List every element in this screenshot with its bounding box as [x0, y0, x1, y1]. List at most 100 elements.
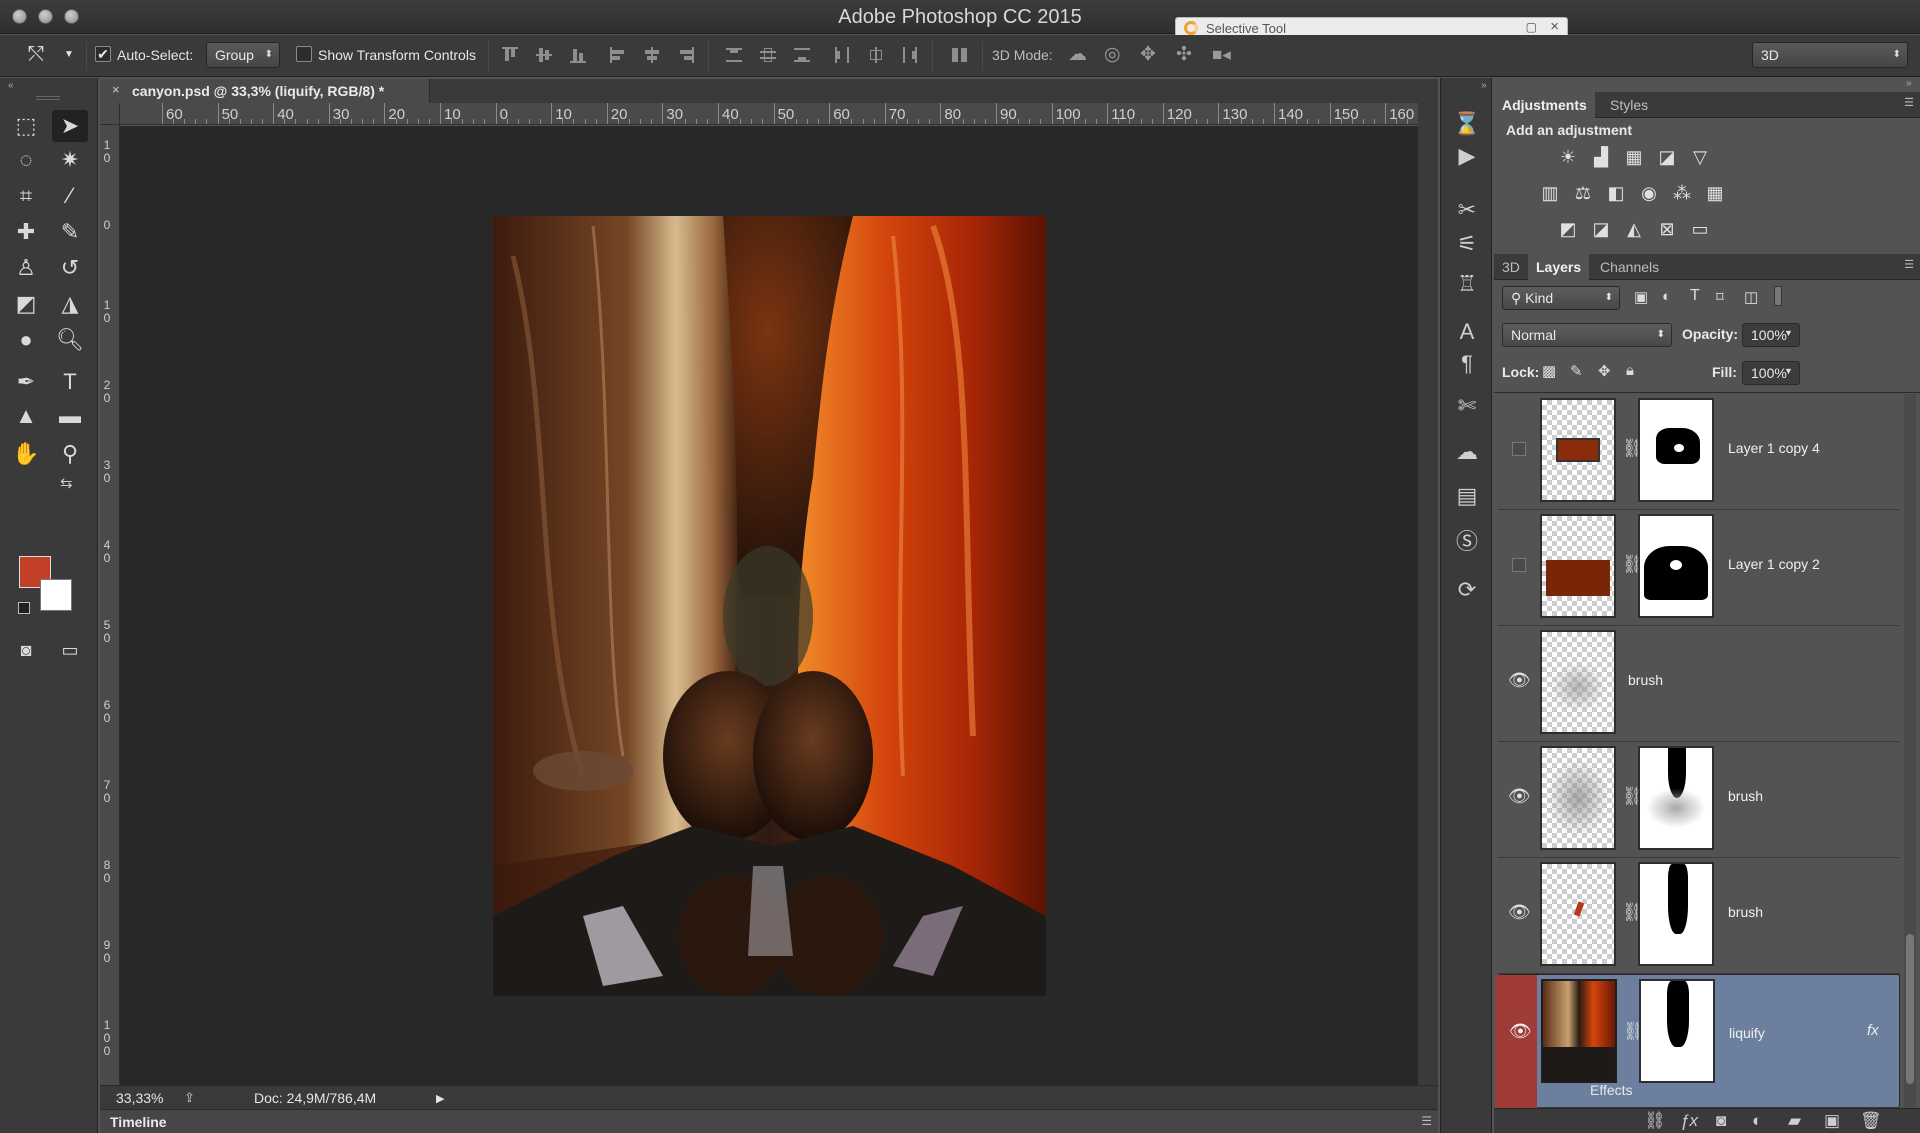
layers-scrollbar[interactable]	[1904, 394, 1916, 1108]
clone-source-panel-icon[interactable]: ♖	[1451, 268, 1483, 300]
libraries-panel-icon[interactable]: ☁	[1451, 436, 1483, 468]
layer-row[interactable]: 👁︎ ⛓ brush	[1498, 858, 1900, 974]
color-lookup-icon[interactable]: ▦	[1703, 182, 1727, 204]
layer-mask-thumbnail[interactable]	[1638, 746, 1714, 850]
layer-thumbnail[interactable]	[1540, 514, 1616, 618]
expand-dock-icon[interactable]: »	[1481, 80, 1487, 91]
eraser-tool-icon[interactable]: ◩	[8, 288, 44, 320]
actions-panel-icon[interactable]: ▶	[1451, 140, 1483, 172]
hue-saturation-icon[interactable]: ▥	[1538, 182, 1562, 204]
black-white-icon[interactable]: ◧	[1604, 182, 1628, 204]
tool-presets-panel-icon[interactable]: ✄	[1451, 390, 1483, 422]
invert-icon[interactable]: ◩	[1556, 218, 1580, 240]
crop-tool-icon[interactable]: ⌗	[8, 180, 44, 212]
3d-pan-icon[interactable]: ✥	[1140, 42, 1156, 68]
history-panel-icon[interactable]: ⌛	[1451, 108, 1483, 140]
minimize-window-button[interactable]	[38, 9, 53, 24]
add-layer-style-icon[interactable]: ƒx	[1680, 1111, 1698, 1131]
move-tool-icon[interactable]: ➤	[52, 110, 88, 142]
3d-orbit-icon[interactable]: ☁	[1068, 42, 1087, 68]
link-layers-icon[interactable]: ⛓	[1644, 1111, 1666, 1131]
canvas-artwork[interactable]	[493, 216, 1046, 996]
align-hcenter-icon[interactable]	[642, 45, 662, 65]
filter-toggle-icon[interactable]	[1774, 286, 1782, 306]
magic-wand-tool-icon[interactable]: ✷	[52, 144, 88, 176]
distribute-vcenter-icon[interactable]	[758, 45, 778, 65]
maximize-icon[interactable]: ▢	[1526, 20, 1537, 34]
layer-name[interactable]: brush	[1728, 904, 1763, 920]
levels-icon[interactable]: ▟	[1589, 146, 1613, 168]
eye-icon[interactable]: 👁︎	[1508, 902, 1531, 924]
blend-mode-dropdown[interactable]: Normal ⬍	[1502, 323, 1672, 347]
lock-all-icon[interactable]: 🔒︎	[1626, 362, 1634, 379]
photo-filter-icon[interactable]: ◉	[1637, 182, 1661, 204]
exposure-icon[interactable]: ◪	[1655, 146, 1679, 168]
panel-menu-icon[interactable]: ☰	[1421, 1114, 1432, 1128]
lock-transparent-icon[interactable]: ▩	[1542, 362, 1556, 380]
layer-mask-thumbnail[interactable]	[1638, 514, 1714, 618]
lasso-tool-icon[interactable]: ◌	[8, 144, 44, 176]
zoom-level[interactable]: 33,33%	[116, 1090, 163, 1106]
layer-row[interactable]: 👁︎ brush	[1498, 626, 1900, 742]
threshold-icon[interactable]: ◭	[1622, 218, 1646, 240]
layer-thumbnail[interactable]	[1540, 398, 1616, 502]
layer-mask-thumbnail[interactable]	[1638, 862, 1714, 966]
brightness-icon[interactable]: ☀	[1556, 146, 1580, 168]
layer-row[interactable]: ⛓ Layer 1 copy 2	[1498, 510, 1900, 626]
align-bottom-icon[interactable]	[568, 45, 588, 65]
eye-icon[interactable]: 👁︎	[1509, 1019, 1532, 1041]
tab-3d[interactable]: 3D	[1494, 254, 1528, 280]
align-left-icon[interactable]	[608, 45, 628, 65]
background-color-swatch[interactable]	[40, 579, 72, 611]
filter-pixel-icon[interactable]: ▣	[1634, 288, 1648, 306]
layer-row[interactable]: ⛓ Layer 1 copy 4	[1498, 394, 1900, 510]
path-selection-tool-icon[interactable]: ▲	[8, 400, 44, 432]
lock-position-icon[interactable]: ✥	[1598, 362, 1611, 380]
paragraph-panel-icon[interactable]: ¶	[1451, 348, 1483, 380]
quick-mask-icon[interactable]: ◙	[8, 634, 44, 666]
align-right-icon[interactable]	[676, 45, 696, 65]
layer-row[interactable]: 👁︎ ⛓ brush	[1498, 742, 1900, 858]
share-icon[interactable]: ⇪	[184, 1090, 195, 1106]
lock-pixels-icon[interactable]: ✎	[1570, 362, 1583, 380]
layers-scroll-thumb[interactable]	[1906, 934, 1914, 1084]
swap-colors-icon[interactable]: ⇆	[60, 474, 73, 492]
tool-preset-chevron-icon[interactable]: ▼	[64, 42, 74, 68]
3d-scale-camera-icon[interactable]: ■◂	[1212, 42, 1231, 68]
eyedropper-tool-icon[interactable]: ⁄	[52, 180, 88, 212]
color-balance-icon[interactable]: ⚖	[1571, 182, 1595, 204]
collapse-toolbar-icon[interactable]: «	[8, 80, 14, 91]
screen-mode-icon[interactable]: ▭	[52, 634, 88, 666]
tab-channels[interactable]: Channels	[1592, 254, 1667, 280]
distribute-hcenter-icon[interactable]	[866, 45, 886, 65]
fill-slider-arrow-icon[interactable]: ▼	[1784, 366, 1793, 376]
horizontal-ruler[interactable]: 60 50 40 30 20 10 0 10 20 30 40 50 60 70 80 90 100 110 120…	[120, 103, 1418, 125]
type-tool-icon[interactable]: T	[52, 366, 88, 398]
layer-name[interactable]: Layer 1 copy 4	[1728, 440, 1820, 456]
pen-tool-icon[interactable]: ✒	[8, 366, 44, 398]
distribute-left-icon[interactable]	[832, 45, 852, 65]
collapse-panels-icon[interactable]: »	[1906, 78, 1912, 89]
3d-properties-panel-icon[interactable]: ▤	[1451, 480, 1483, 512]
filter-shape-icon[interactable]: ⌑	[1716, 288, 1724, 306]
distribute-top-icon[interactable]	[724, 45, 744, 65]
layer-mask-thumbnail[interactable]	[1639, 979, 1715, 1083]
marquee-tool-icon[interactable]: ⬚	[8, 110, 44, 142]
default-colors-icon[interactable]	[18, 602, 30, 614]
new-layer-icon[interactable]: ▣	[1824, 1111, 1840, 1131]
layer-name[interactable]: brush	[1728, 788, 1763, 804]
auto-select-dropdown[interactable]: Group ⬍	[206, 42, 280, 68]
layer-row-selected[interactable]: 👁︎ ⛓ liquify fx	[1495, 974, 1900, 1109]
tab-styles[interactable]: Styles	[1602, 92, 1656, 118]
filter-smart-object-icon[interactable]: ◫	[1744, 288, 1758, 306]
filter-type-icon[interactable]: T	[1690, 287, 1700, 305]
visibility-toggle[interactable]	[1512, 442, 1526, 456]
effects-label[interactable]: Effects	[1590, 1082, 1633, 1098]
vertical-scrollbar[interactable]	[1418, 103, 1438, 1085]
delete-layer-icon[interactable]: 🗑︎	[1860, 1111, 1882, 1131]
align-top-icon[interactable]	[500, 45, 520, 65]
close-window-button[interactable]	[12, 9, 27, 24]
new-adjustment-layer-icon[interactable]: ◐	[1752, 1111, 1762, 1131]
brush-presets-panel-icon[interactable]: ✂	[1451, 194, 1483, 226]
workspace-dropdown[interactable]: 3D ⬍	[1752, 42, 1908, 68]
